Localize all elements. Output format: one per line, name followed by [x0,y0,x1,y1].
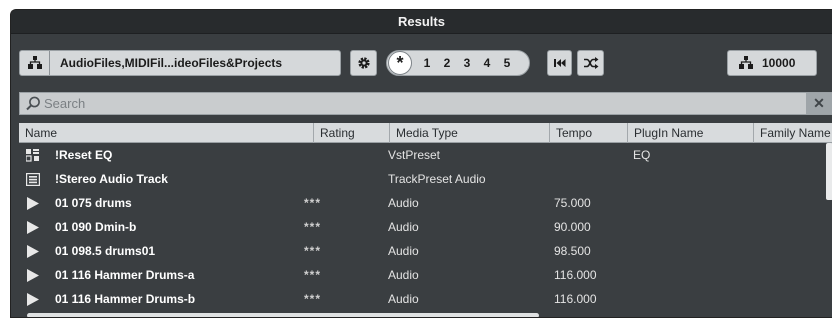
row-media-type: Audio [388,220,419,234]
row-rating: *** [304,268,322,282]
play-icon [25,196,41,210]
search-input[interactable]: Search [44,96,85,111]
table-row[interactable]: !Reset EQ VstPreset EQ [19,143,832,167]
row-media-type: VstPreset [388,148,441,162]
row-tempo: 98.500 [554,244,591,258]
horizontal-scrollbar[interactable] [19,312,832,317]
close-icon: ✕ [813,95,825,111]
row-rating: *** [304,220,322,234]
table-body: !Reset EQ VstPreset EQ !Stereo Audio Tra… [19,143,832,317]
table-row[interactable]: !Stereo Audio Track TrackPreset Audio [19,167,832,191]
preset-icon [25,148,41,162]
row-plugin-name: EQ [633,148,651,162]
row-tempo: 116.000 [554,292,597,306]
table-row[interactable]: 01 098.5 drums01 *** Audio 98.500 [19,239,832,263]
preset-slot-5[interactable]: 5 [497,56,517,70]
hierarchy-icon [739,56,753,69]
panel-title: Results [11,10,832,34]
table-row[interactable]: 01 075 drums *** Audio 75.000 [19,191,832,215]
clear-search-button[interactable]: ✕ [806,93,832,114]
horizontal-scroll-thumb[interactable] [27,313,539,317]
toolbar: AudioFiles,MIDIFil...ideoFiles&Projects … [11,34,832,90]
row-name: 01 075 drums [55,196,132,210]
gear-icon [357,57,370,69]
shuffle-button[interactable] [577,50,604,76]
column-name[interactable]: Name [19,123,313,143]
row-name: !Stereo Audio Track [55,172,168,186]
vertical-scroll-thumb[interactable] [826,143,832,200]
play-icon [25,220,41,234]
result-count: 10000 [762,56,796,70]
track-preset-icon [25,172,41,186]
row-name: 01 090 Dmin-b [55,220,137,234]
play-icon [25,268,41,282]
row-tempo: 90.000 [554,220,591,234]
table-row[interactable]: 01 116 Hammer Drums-a *** Audio 116.000 [19,263,832,287]
settings-button[interactable] [350,50,377,76]
column-rating[interactable]: Rating [313,123,389,143]
column-family-name[interactable]: Family Name [753,123,832,143]
shuffle-icon [583,57,598,69]
skip-to-start-icon [553,59,565,67]
row-name: !Reset EQ [55,148,113,162]
preset-star-button[interactable]: * [388,51,412,75]
table-row[interactable]: 01 116 Hammer Drums-b *** Audio 116.000 [19,287,832,311]
table-row[interactable]: 01 090 Dmin-b *** Audio 90.000 [19,215,832,239]
column-media-type[interactable]: Media Type [389,123,549,143]
preset-slot-4[interactable]: 4 [477,56,497,70]
location-label: AudioFiles,MIDIFil...ideoFiles&Projects [60,56,283,70]
preset-slot-2[interactable]: 2 [437,56,457,70]
column-plugin-name[interactable]: PlugIn Name [627,123,753,143]
go-to-first-button[interactable] [547,50,572,76]
row-rating: *** [304,244,322,258]
results-table: Name Rating Media Type Tempo PlugIn Name… [19,123,832,317]
row-media-type: Audio [388,244,419,258]
row-name: 01 116 Hammer Drums-a [55,268,195,282]
row-media-type: Audio [388,292,419,306]
row-rating: *** [304,196,322,210]
column-tempo[interactable]: Tempo [549,123,627,143]
row-name: 01 098.5 drums01 [55,244,156,258]
row-media-type: TrackPreset Audio [388,172,486,186]
location-button[interactable]: AudioFiles,MIDIFil...ideoFiles&Projects [19,50,341,76]
location-icon [20,51,50,75]
play-icon [25,244,41,258]
search-field[interactable]: Search ✕ [19,92,832,115]
row-tempo: 75.000 [554,196,591,210]
row-name: 01 116 Hammer Drums-b [55,292,196,306]
play-icon [25,292,41,306]
preset-slot-3[interactable]: 3 [457,56,477,70]
row-media-type: Audio [388,268,419,282]
row-rating: *** [304,292,322,306]
row-tempo: 116.000 [554,268,597,282]
row-media-type: Audio [388,196,419,210]
vertical-scrollbar[interactable] [825,143,832,317]
preset-slot-1[interactable]: 1 [417,56,437,70]
table-header: Name Rating Media Type Tempo PlugIn Name… [19,123,832,143]
search-icon [26,96,40,111]
preset-slots: * 1 2 3 4 5 [386,50,530,76]
results-panel: Results AudioFiles,MIDIFil...ideoFiles&P… [10,9,832,318]
result-count-button[interactable]: 10000 [727,50,817,76]
